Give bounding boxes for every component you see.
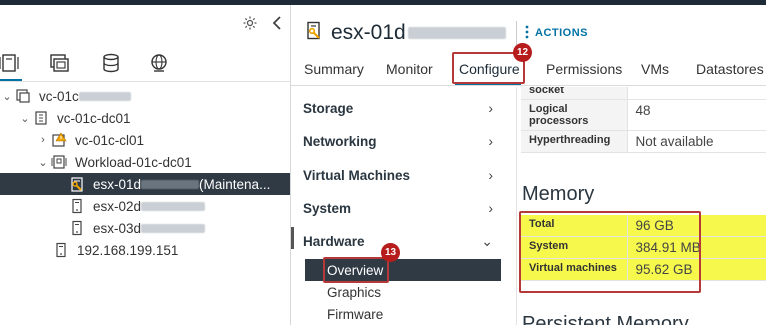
tree-node-label: vc-01c-dc01	[57, 110, 131, 126]
tree-node-label: esx-02d	[93, 198, 142, 214]
nav-storage[interactable]: Storage ›	[303, 97, 499, 119]
scroll-indicator[interactable]	[291, 227, 294, 249]
nav-label: Storage	[303, 100, 354, 116]
tab-summary[interactable]: Summary	[304, 53, 364, 85]
tree-node-label: vc-01c	[39, 88, 79, 104]
host-name: esx-01d	[331, 21, 406, 44]
tree-node-workload-cluster[interactable]: ⌄ Workload-01c-dc01	[0, 151, 290, 173]
tab-permissions[interactable]: Permissions	[546, 53, 622, 85]
tree-node-label: vc-01c-cl01	[75, 132, 145, 148]
nav-label: System	[303, 200, 352, 216]
tree-node-esx-02d[interactable]: esx-02d	[0, 195, 290, 217]
chevron-right-icon: ›	[488, 167, 493, 183]
table-key: Logical processors	[521, 99, 628, 131]
chevron-down-icon: ⌄	[481, 232, 493, 249]
redacted-domain	[141, 180, 200, 190]
divider	[0, 81, 290, 82]
chevron-right-icon: ›	[488, 133, 493, 149]
host-maintenance-icon	[305, 21, 323, 46]
redacted-domain	[141, 202, 206, 212]
nav-networking[interactable]: Networking ›	[303, 130, 499, 152]
table-value	[627, 87, 766, 100]
inventory-tools	[242, 13, 282, 37]
divider	[516, 21, 517, 45]
chevron-left-icon[interactable]	[272, 16, 282, 34]
tree-node-esx-03d[interactable]: esx-03d	[0, 217, 290, 239]
host-icon	[68, 197, 86, 215]
main-pane: esx-01d ACTIONS Summary Monitor Configur…	[291, 5, 766, 325]
nav-hardware-graphics[interactable]: Graphics	[305, 281, 501, 303]
nav-label: Hardware	[303, 233, 365, 249]
datacenter-icon	[32, 109, 50, 127]
nav-virtual-machines[interactable]: Virtual Machines ›	[303, 164, 499, 186]
table-row: Hyperthreading Not available	[521, 130, 766, 153]
chevron-down-icon[interactable]: ⌄	[0, 90, 14, 103]
nav-label: Networking	[303, 133, 377, 149]
step-badge: 12	[513, 43, 532, 62]
chevron-down-icon[interactable]: ⌄	[18, 112, 32, 125]
inventory-pane: ⌄ vc-01c ⌄ vc-01c-dc01 › vc-01c-cl01 ⌄ W…	[0, 5, 290, 325]
kebab-icon	[525, 25, 529, 42]
tree-node-status: (Maintena...	[199, 176, 271, 192]
host-icon	[52, 241, 70, 259]
page-title: esx-01d	[331, 21, 506, 45]
section-title-persistent-memory: Persistent Memory	[522, 313, 689, 325]
network-icon[interactable]	[146, 50, 172, 76]
callout-box	[323, 257, 389, 283]
tree-node-vcenter[interactable]: ⌄ vc-01c	[0, 85, 290, 107]
table-row: Logical processors 48	[521, 99, 766, 131]
host-icon	[68, 219, 86, 237]
host-header: esx-01d	[305, 19, 506, 47]
vcenter-icon	[14, 87, 32, 105]
table-value: 48	[627, 99, 766, 131]
redacted-domain	[407, 27, 506, 40]
vms-icon[interactable]	[46, 50, 72, 76]
tree-node-cluster[interactable]: › vc-01c-cl01	[0, 129, 290, 151]
step-badge: 13	[381, 243, 400, 262]
gear-icon[interactable]	[242, 15, 258, 35]
redacted-domain	[78, 92, 131, 102]
chevron-down-icon[interactable]: ⌄	[36, 156, 50, 169]
tree-node-esx-01d[interactable]: esx-01d (Maintena...	[0, 173, 290, 195]
nav-system[interactable]: System ›	[303, 197, 499, 219]
tab-vms[interactable]: VMs	[641, 53, 669, 85]
tree-node-host-ip[interactable]: 192.168.199.151	[0, 239, 290, 261]
tree-node-label: esx-01d	[93, 176, 142, 192]
host-maintenance-icon	[68, 175, 86, 193]
configure-nav: Storage › Networking › Virtual Machines › S…	[291, 87, 503, 325]
chevron-right-icon[interactable]: ›	[36, 134, 50, 146]
cluster-icon	[50, 153, 68, 171]
inventory-tabs	[0, 50, 290, 82]
divider	[291, 85, 766, 86]
table-key: socket	[521, 87, 628, 100]
redacted-domain	[141, 224, 206, 234]
hosts-icon[interactable]	[0, 50, 22, 76]
tree-node-label: esx-03d	[93, 220, 142, 236]
chevron-right-icon: ›	[488, 200, 493, 216]
actions-menu-button[interactable]: ACTIONS	[525, 23, 588, 43]
callout-box	[519, 211, 701, 293]
nav-hardware[interactable]: Hardware ⌄	[303, 230, 499, 252]
tree-node-label: Workload-01c-dc01	[75, 154, 192, 170]
tree-node-label: 192.168.199.151	[77, 242, 179, 258]
cluster-warning-icon	[50, 131, 68, 149]
actions-label: ACTIONS	[535, 27, 588, 39]
hardware-overview-detail: socket Logical processors 48 Hyperthreadi…	[517, 87, 766, 325]
nav-label: Virtual Machines	[303, 167, 411, 183]
tab-monitor[interactable]: Monitor	[386, 53, 433, 85]
tree-node-datacenter[interactable]: ⌄ vc-01c-dc01	[0, 107, 290, 129]
chevron-right-icon: ›	[488, 100, 493, 116]
section-title-memory: Memory	[522, 183, 595, 205]
table-key: Hyperthreading	[521, 130, 628, 153]
table-row: socket	[521, 87, 766, 100]
database-icon[interactable]	[98, 50, 124, 76]
tab-datastores[interactable]: Datastores	[696, 53, 764, 85]
processor-table: socket Logical processors 48 Hyperthreadi…	[521, 87, 766, 153]
nav-hardware-firmware[interactable]: Firmware	[305, 303, 501, 325]
table-value: Not available	[627, 130, 766, 153]
